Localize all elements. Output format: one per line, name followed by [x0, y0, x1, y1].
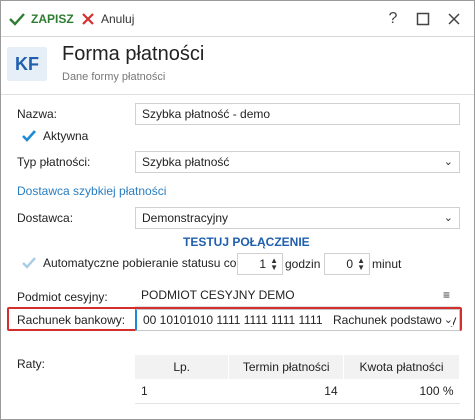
hours-unit: godzin: [285, 257, 321, 271]
divider: [1, 94, 474, 95]
payment-type-select[interactable]: Szybka płatność ⌄: [135, 151, 460, 173]
close-icon: [82, 13, 94, 25]
test-connection-button[interactable]: TESTUJ POŁĄCZENIE: [183, 235, 310, 249]
bank-account-value: 00 10101010 1111 1111 1111 1111: [143, 313, 323, 327]
assignee-value: PODMIOT CESYJNY DEMO: [141, 288, 295, 302]
help-button[interactable]: ?: [383, 9, 403, 29]
provider-label: Dostawca:: [17, 211, 74, 225]
column-header-amount[interactable]: Kwota płatności: [343, 355, 460, 379]
minutes-value: 0: [346, 257, 354, 271]
stepper-arrows-icon[interactable]: ▲ ▼: [270, 257, 278, 272]
active-label: Aktywna: [43, 129, 89, 143]
column-header-lp[interactable]: Lp.: [135, 355, 230, 379]
bank-account-type: Rachunek podstawowy: [333, 313, 457, 327]
toolbar: ZAPISZ Anuluj ?: [1, 1, 474, 37]
chevron-down-icon: ⌄: [443, 212, 453, 224]
avatar-text: KF: [15, 53, 39, 74]
assignee-label: Podmiot cesyjny:: [17, 290, 108, 304]
payment-type-value: Szybka płatność: [142, 155, 230, 169]
stepper-arrows-icon[interactable]: ▲ ▼: [357, 257, 365, 272]
name-label: Nazwa:: [17, 107, 58, 121]
close-window-button[interactable]: [444, 9, 464, 29]
installments-table: Lp. Termin płatności Kwota płatności 1 1…: [135, 355, 460, 404]
provider-section-title: Dostawca szybkiej płatności: [17, 184, 167, 198]
maximize-icon: [416, 12, 430, 26]
auto-status-checkbox[interactable]: Automatyczne pobieranie statusu co: [21, 255, 236, 271]
table-header-row: Lp. Termin płatności Kwota płatności: [135, 355, 460, 379]
dialog-window: ZAPISZ Anuluj ? KF Forma płatności Dane …: [0, 0, 475, 420]
cell-lp: 1: [135, 379, 229, 404]
close-window-icon: [448, 13, 460, 25]
hours-stepper[interactable]: 1 ▲ ▼: [237, 253, 283, 275]
checkbox-checked-icon: [22, 130, 36, 142]
auto-status-label: Automatyczne pobieranie statusu co: [43, 256, 237, 270]
bank-account-label: Rachunek bankowy:: [17, 313, 126, 327]
cell-due-date: 14: [228, 379, 344, 404]
chevron-down-icon: ⌄: [441, 313, 453, 326]
menu-icon[interactable]: ≡: [443, 288, 450, 302]
chevron-down-icon: ⌄: [443, 156, 453, 168]
name-input[interactable]: Szybka płatność - demo: [135, 103, 460, 125]
table-row[interactable]: 1 14 100 %: [135, 379, 460, 404]
payment-type-label: Typ płatności:: [17, 155, 91, 169]
page-subtitle: Dane formy płatności: [62, 71, 166, 83]
provider-select[interactable]: Demonstracyjny ⌄: [135, 207, 460, 229]
hours-value: 1: [259, 257, 267, 271]
provider-value: Demonstracyjny: [142, 211, 229, 225]
checkmark-icon: [9, 13, 25, 26]
save-button[interactable]: ZAPISZ: [9, 9, 74, 29]
cancel-button[interactable]: Anuluj: [81, 9, 134, 29]
minutes-stepper[interactable]: 0 ▲ ▼: [324, 253, 370, 275]
checkbox-checked-disabled-icon: [22, 257, 36, 269]
name-value: Szybka płatność - demo: [142, 107, 271, 121]
avatar: KF: [7, 47, 47, 81]
cancel-label: Anuluj: [101, 12, 135, 26]
minutes-unit: minut: [372, 257, 402, 271]
save-label: ZAPISZ: [31, 12, 74, 26]
installments-label: Raty:: [17, 357, 46, 371]
active-checkbox[interactable]: Aktywna: [21, 128, 88, 144]
assignee-field[interactable]: PODMIOT CESYJNY DEMO ≡: [135, 285, 460, 307]
bank-account-select[interactable]: 00 10101010 1111 1111 1111 1111 Rachunek…: [135, 309, 460, 331]
help-icon: ?: [388, 10, 398, 27]
cell-amount: 100 %: [343, 379, 460, 404]
maximize-button[interactable]: [413, 9, 433, 29]
column-header-due-date[interactable]: Termin płatności: [228, 355, 345, 379]
page-title: Forma płatności: [62, 43, 205, 65]
